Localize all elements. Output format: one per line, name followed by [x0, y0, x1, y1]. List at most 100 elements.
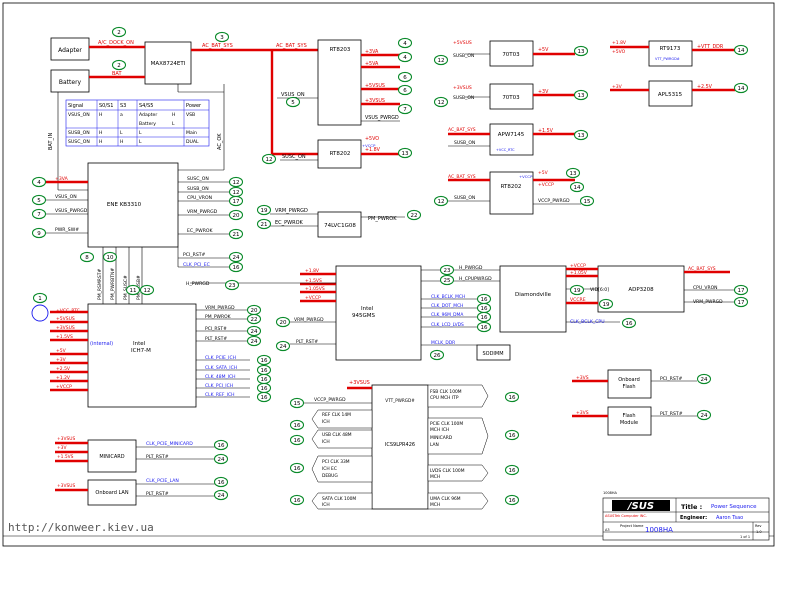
net-label: +VCCP: [570, 263, 586, 269]
net-label: +VCC_RTC: [496, 148, 515, 152]
truth-table-cell: SUSC_ON: [68, 139, 90, 145]
truth-table-cell: H: [172, 112, 175, 118]
net-label: +1.2V: [56, 375, 71, 381]
net-ac-dock-on: A/C_DOCK_ON: [98, 40, 134, 46]
net-label: PLT_RST#: [146, 491, 169, 497]
net-label: +1.8V: [612, 40, 627, 46]
net-pm-pwrok-lvc: PM_PWROK: [368, 216, 397, 222]
project-label: Project Name: [620, 524, 643, 528]
net-label: +3V: [538, 89, 549, 95]
badge-adp-vrm-num: 17: [738, 300, 745, 306]
project-value: 1008HA: [645, 526, 673, 534]
net-vtt-pwrgd: VTT_PWRGD#: [385, 398, 415, 403]
badge-rt8203-out-num: 6: [403, 75, 407, 81]
badge-ich-out-num: 16: [261, 358, 268, 364]
flash-module-line1: Flash: [622, 413, 635, 419]
truth-table-cell: L: [120, 130, 123, 136]
badge-ene-in-num: 4: [37, 180, 41, 186]
badge-945-hpwrgd-num: 23: [444, 268, 451, 274]
net-label: +VCCP: [56, 384, 72, 390]
rev-value: 1.0: [756, 530, 762, 534]
badge-rsmrst-num: 10: [107, 255, 114, 261]
clock-generator-block: ICS9LPR426 VTT_PWRGD#: [371, 384, 429, 510]
net-label: MINICARD: [430, 435, 453, 441]
badge-dia-vid-num: 19: [574, 288, 581, 294]
net-label: +3V: [57, 445, 66, 451]
net-label: AC_BAT_SYS: [448, 174, 476, 180]
net-label: DEBUG: [322, 473, 338, 479]
net-label: +VCCP: [362, 143, 376, 148]
badge-adp-cpu-num: 17: [738, 288, 745, 294]
onboard-flash-block: Onboard Flash: [607, 369, 652, 399]
net-label: AC_BAT_SYS: [688, 266, 716, 272]
badge-945-clk-num: 16: [481, 315, 488, 321]
net-label: PLT_RST#: [660, 411, 683, 417]
net-label: MCH ICH: [430, 427, 449, 433]
net-label: CLK_PCIE_ICH: [205, 355, 236, 361]
net-label: ICH: [322, 502, 330, 508]
badge-lan-rst-num: 24: [218, 493, 225, 499]
truth-table-header: Power: [186, 103, 202, 109]
badge-ene-out-num: 12: [233, 190, 240, 196]
net-label: +3VSUS: [56, 325, 75, 331]
truth-table-cell: H: [120, 139, 123, 145]
onboard-flash-line1: Onboard: [618, 377, 640, 383]
net-ac-ok: AC_OK: [217, 133, 223, 150]
badge-lvc-out-num: 22: [411, 213, 418, 219]
badge-mini-rst-num: 24: [218, 457, 225, 463]
rt9173-block: RT9173: [648, 40, 693, 67]
apw-label: APW7145: [498, 132, 525, 138]
truth-table-cell: DUAL: [186, 139, 199, 145]
net-pm-pwrbtn: PM_PWRBTN#: [110, 268, 116, 300]
net-label: H_PWRGD: [186, 281, 210, 287]
net-label: VTT_PWRGD#: [655, 57, 680, 61]
net-label: VCCP_PWRGD: [538, 198, 570, 204]
net-label: +5V: [538, 47, 549, 53]
ich7-line1: Intel: [133, 341, 146, 347]
badge-rt2b-pwrgd-num: 15: [584, 199, 591, 205]
badge-vsus-on-rt-num: 5: [291, 100, 295, 106]
rt8202a-label: RT8202: [330, 151, 351, 157]
net-label: CLK_REF_ICH: [205, 392, 235, 398]
truth-table-cell: VSB: [186, 112, 195, 118]
net-label: CPU_VRON: [693, 285, 718, 291]
ene-label: ENE KB3310: [107, 202, 142, 208]
net-label: PM_PWROK: [205, 314, 232, 320]
net-label: VRM_PWRGD: [205, 305, 235, 311]
truth-table-cell: Adapter: [139, 112, 157, 118]
title-block: 1008HA /SUS ASUSTek Computer INC. Title …: [602, 491, 770, 541]
net-ec-pwrok-lvc: EC_PWROK: [275, 220, 304, 226]
net-label: VSUS_PWRGD: [55, 208, 88, 214]
net-label: PCI_RST#: [660, 376, 683, 382]
net-label: PLT_RST#: [146, 454, 169, 460]
net-label: CLK_DOT_MCH: [431, 303, 463, 309]
net-label: +3VA: [55, 176, 69, 182]
g6903a-label: 70T03: [502, 52, 520, 58]
g6903-a-block: 70T03: [489, 40, 534, 67]
rt8202b-label: RT8202: [501, 184, 522, 190]
truth-table-header: Signal: [68, 103, 83, 109]
intel945-line2: 945GMS: [352, 313, 376, 319]
badge-ich-out-num: 16: [261, 377, 268, 383]
badge-ene-out-num: 21: [233, 232, 240, 238]
net-label: H_PWRGD: [459, 265, 483, 271]
badge-rt8203-out-num: 7: [403, 107, 407, 113]
badge-945-vrm-num: 20: [280, 320, 287, 326]
truth-table-cell: L: [172, 121, 175, 127]
net-3vsus-clkgen: +3VSUS: [349, 380, 370, 386]
badge-rt8202-1v8-num: 13: [402, 151, 409, 157]
net-label: CLK_SATA_ICH: [205, 365, 237, 371]
battery-label: Battery: [59, 79, 82, 86]
net-label: +3VSUS: [365, 98, 385, 104]
net-label: CLK_PCIE_MINICARD: [146, 441, 193, 447]
truth-table-cell: H: [99, 130, 102, 136]
net-label: +5VA: [365, 61, 379, 67]
net-label: +3VSUS: [57, 436, 75, 442]
badge-945-mclk-num: 26: [434, 353, 441, 359]
net-label: +3VS: [576, 410, 589, 416]
truth-table-cell: H: [99, 112, 102, 118]
g6903b-label: 70T03: [502, 95, 520, 101]
net-label: VSUS_PWRGD: [365, 115, 399, 121]
badge-vccre-num: 19: [603, 302, 610, 308]
badge-susb2-num: 12: [144, 288, 151, 294]
